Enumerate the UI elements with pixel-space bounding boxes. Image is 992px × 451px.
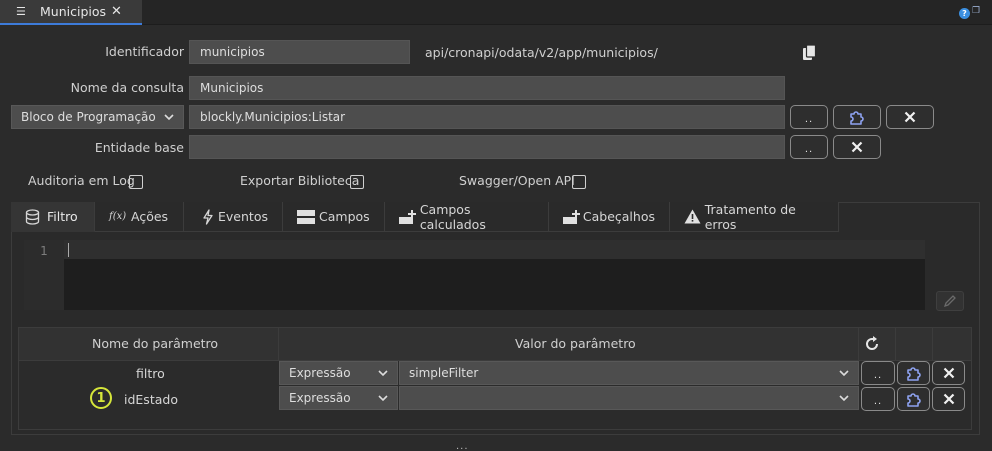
function-icon: f(x) [109,211,127,222]
tab-label: Ações [131,209,169,224]
puzzle-icon [906,393,921,407]
col-header-name: Nome do parâmetro [92,336,219,351]
param-blockly-button[interactable] [897,361,930,385]
chevron-down-icon [378,395,388,402]
active-line [64,240,925,259]
close-icon [943,367,954,379]
ellipsis-label: .. [873,369,883,381]
nome-consulta-label: Nome da consulta [70,80,184,95]
entidade-clear-button[interactable] [833,135,881,159]
step-marker: 1 [90,387,112,409]
tab-campos-calculados[interactable]: Campos calculados [385,202,549,232]
bloco-ellipsis-button[interactable]: .. [790,105,828,129]
edit-expression-button[interactable] [936,291,964,311]
bloco-blockly-button[interactable] [833,105,881,129]
tab-label: Tratamento de erros [704,201,796,232]
ellipsis-label: .. [804,143,814,155]
param-ellipsis-button[interactable]: .. [861,387,895,411]
tab-label: Eventos [218,209,268,224]
column-divider [858,327,859,361]
puzzle-icon [906,367,921,381]
column-divider [932,327,933,361]
api-path-text: api/cronapi/odata/v2/app/municipios/ [425,45,658,60]
refresh-icon[interactable] [864,336,880,352]
filter-code-editor[interactable]: 1 [24,240,925,310]
bloco-clear-button[interactable] [886,105,934,129]
close-icon[interactable]: ✕ [111,4,122,19]
close-icon [904,111,916,123]
columns-icon [297,209,319,224]
param-type-select[interactable]: Expressão [279,361,398,385]
tab-label: Cabeçalhos [582,209,655,224]
bloco-input[interactable]: blockly.Municipios:Listar [189,105,785,129]
param-blockly-button[interactable] [897,387,930,411]
warning-icon [684,209,705,224]
swagger-checkbox[interactable] [572,175,586,189]
entidade-ellipsis-button[interactable]: .. [790,135,828,159]
close-icon [851,141,863,153]
col-header-value: Valor do parâmetro [515,336,636,351]
tab-label: Filtro [47,209,78,224]
tab-label: Campos calculados [419,201,486,232]
top-bar [0,0,992,25]
ellipsis-label: .. [804,113,814,125]
lightning-icon [202,208,218,225]
column-divider [278,327,279,361]
column-divider [895,327,896,361]
close-icon [943,393,954,405]
add-header-icon [563,209,583,224]
ellipsis-label: .. [873,395,883,407]
pencil-icon [943,295,956,308]
param-name: filtro [136,366,165,381]
exportar-checkbox[interactable] [350,175,364,189]
line-number: 1 [40,244,48,258]
tab-tratamento-erros[interactable]: Tratamento de erros [670,202,839,232]
tab-municipios[interactable]: ☰ Municipios ✕ [0,0,142,25]
entidade-base-input[interactable] [189,135,785,159]
puzzle-icon [850,111,864,125]
bloco-type-select[interactable]: Bloco de Programação [11,105,184,129]
add-field-icon [399,209,420,224]
param-value-select[interactable] [399,386,859,410]
tab-eventos[interactable]: Eventos [184,202,283,232]
restore-window-icon[interactable]: ❐ [972,6,980,16]
param-value: simpleFilter [409,366,479,380]
param-type-value: Expressão [289,366,351,380]
tab-strip: Filtro f(x) Ações Eventos Campos Campos … [11,202,839,232]
param-clear-button[interactable] [932,361,965,385]
resize-handle[interactable]: ... [456,441,469,451]
copy-icon[interactable] [801,44,819,62]
param-clear-button[interactable] [932,387,965,411]
chevron-down-icon [839,395,849,402]
chevron-down-icon [164,114,174,121]
param-value-select[interactable]: simpleFilter [399,361,859,385]
identificador-label: Identificador [105,44,184,59]
tab-cabecalhos[interactable]: Cabeçalhos [549,202,670,232]
exportar-label: Exportar Biblioteca [240,173,360,188]
database-icon [25,208,47,225]
auditoria-checkbox[interactable] [129,175,143,189]
entidade-base-label: Entidade base [94,140,184,155]
swagger-label: Swagger/Open API [459,173,575,188]
nome-consulta-input[interactable]: Municipios [189,76,785,100]
tab-campos[interactable]: Campos [283,202,385,232]
param-name: idEstado [124,392,178,407]
param-type-value: Expressão [289,391,351,405]
tab-label: Municipios [40,4,107,19]
tab-filtro[interactable]: Filtro [11,202,95,232]
param-type-select[interactable]: Expressão [279,386,398,410]
text-cursor [68,243,69,257]
tab-acoes[interactable]: f(x) Ações [95,202,184,232]
auditoria-label: Auditoria em Log [28,173,135,188]
identificador-input[interactable]: municipios [189,40,410,64]
tab-label: Campos [319,209,370,224]
chevron-down-icon [378,370,388,377]
chevron-down-icon [839,370,849,377]
bloco-type-select-value: Bloco de Programação [21,110,156,124]
line-number-gutter: 1 [24,240,64,310]
param-ellipsis-button[interactable]: .. [861,361,895,385]
query-list-icon: ☰ [16,5,26,18]
help-icon[interactable]: ? [959,8,970,19]
